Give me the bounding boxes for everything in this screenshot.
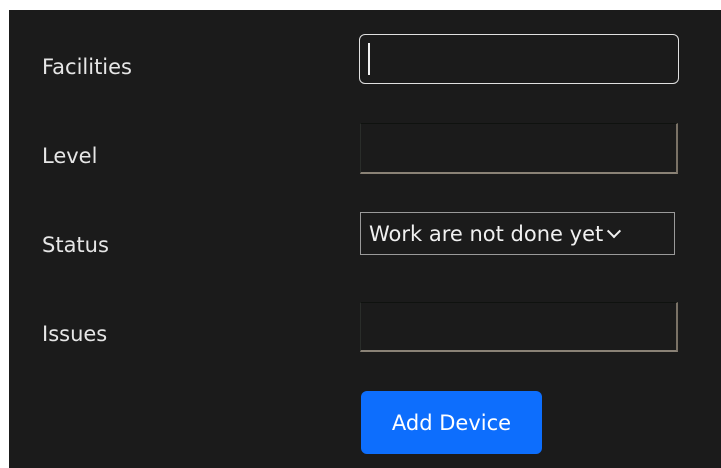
facilities-label: Facilities — [42, 55, 132, 79]
device-form: Facilities Level Status Work are not don… — [9, 10, 721, 468]
add-device-button[interactable]: Add Device — [361, 391, 542, 454]
issues-label: Issues — [42, 322, 108, 346]
status-label: Status — [42, 233, 109, 257]
facilities-input[interactable] — [359, 34, 679, 84]
level-input[interactable] — [360, 123, 678, 174]
status-select[interactable]: Work are not done yet — [360, 212, 675, 255]
status-selected-value: Work are not done yet — [369, 221, 604, 246]
issues-input[interactable] — [360, 302, 678, 352]
text-caret — [368, 43, 370, 75]
level-label: Level — [42, 144, 98, 168]
chevron-down-icon — [607, 223, 622, 238]
